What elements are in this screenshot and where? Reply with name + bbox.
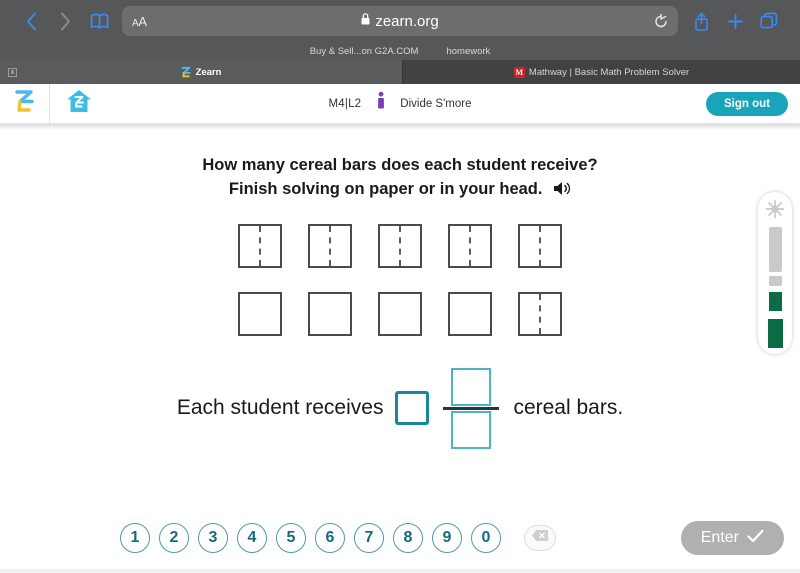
progress-segment-filled — [766, 289, 784, 313]
question-line-1: How many cereal bars does each student r… — [202, 156, 598, 174]
progress-meter — [758, 192, 792, 354]
lesson-info: M4|L2 Divide S'more — [328, 91, 472, 116]
signout-button[interactable]: Sign out — [706, 91, 788, 116]
url-display: zearn.org — [122, 12, 678, 30]
lesson-title: Divide S'more — [400, 97, 472, 110]
digit-key-9[interactable]: 9 — [432, 523, 462, 553]
new-tab-button[interactable] — [718, 6, 752, 36]
digit-key-1[interactable]: 1 — [120, 523, 150, 553]
cereal-bar — [238, 291, 282, 336]
browser-toolbar: AAAA zearn.org — [0, 0, 800, 42]
numerator-input[interactable] — [451, 367, 492, 406]
favorite-item-0[interactable]: Buy & Sell...on G2A.COM — [310, 46, 419, 57]
cereal-bar — [378, 291, 422, 336]
cereal-bar — [448, 223, 492, 268]
tab-mathway[interactable]: M Mathway | Basic Math Problem Solver — [402, 60, 800, 84]
fraction-input — [443, 367, 500, 449]
forward-button[interactable] — [48, 6, 82, 36]
address-bar[interactable]: AAAA zearn.org — [122, 6, 678, 36]
zearn-logo[interactable] — [0, 83, 50, 124]
bar-row-2 — [238, 291, 562, 336]
progress-segment-filled — [765, 316, 785, 351]
favorite-item-1[interactable]: homework — [446, 46, 490, 57]
tabs-icon — [760, 12, 778, 30]
show-tabs-button[interactable] — [752, 6, 786, 36]
mathway-m-icon: M — [513, 66, 525, 78]
share-button[interactable] — [684, 6, 718, 36]
sparkle-icon — [765, 199, 785, 224]
back-button[interactable] — [14, 6, 48, 36]
question-line-2: Finish solving on paper or in your head. — [228, 179, 543, 198]
whole-number-input[interactable] — [395, 391, 430, 426]
number-keypad: 1 2 3 4 5 6 7 8 9 0 Enter — [0, 521, 800, 555]
digit-key-8[interactable]: 8 — [393, 523, 423, 553]
home-icon — [65, 88, 93, 119]
fraction-bar — [443, 406, 500, 410]
cereal-bar — [518, 223, 562, 268]
bookmarks-button[interactable] — [82, 6, 116, 36]
bottom-strip — [0, 569, 800, 573]
reload-button[interactable] — [654, 13, 668, 29]
digit-key-2[interactable]: 2 — [159, 523, 189, 553]
zearn-logo-icon — [14, 88, 36, 119]
digit-key-6[interactable]: 6 — [315, 523, 345, 553]
lesson-main: How many cereal bars does each student r… — [0, 130, 800, 573]
enter-button[interactable]: Enter — [680, 521, 784, 555]
cereal-bar — [378, 223, 422, 268]
cereal-bars-diagram — [0, 223, 800, 336]
speaker-icon[interactable] — [553, 180, 571, 204]
url-text: zearn.org — [375, 12, 439, 30]
cereal-bar — [308, 223, 352, 268]
tab-strip: x Zearn M Mathway | Basic Math Problem S… — [0, 60, 800, 84]
answer-suffix: cereal bars. — [513, 396, 624, 420]
digit-key-3[interactable]: 3 — [198, 523, 228, 553]
favorites-bar: Buy & Sell...on G2A.COM homework — [0, 42, 800, 60]
digit-key-4[interactable]: 4 — [237, 523, 267, 553]
student-avatar-icon — [375, 91, 386, 116]
enter-label: Enter — [700, 529, 739, 546]
cereal-bar — [238, 223, 282, 268]
digit-key-0[interactable]: 0 — [471, 523, 501, 553]
tab-label: Mathway | Basic Math Problem Solver — [528, 66, 690, 78]
plus-icon — [727, 13, 744, 30]
question-line-2-wrap: Finish solving on paper or in your head. — [0, 178, 800, 204]
share-icon — [694, 12, 709, 31]
backspace-key[interactable] — [524, 525, 556, 551]
app-header: M4|L2 Divide S'more Sign out — [0, 83, 800, 124]
chevron-right-icon — [60, 12, 71, 31]
cereal-bar — [518, 291, 562, 336]
digit-key-7[interactable]: 7 — [354, 523, 384, 553]
progress-segment-empty — [768, 275, 782, 286]
denominator-input[interactable] — [451, 410, 492, 449]
cereal-bar — [308, 291, 352, 336]
lock-icon — [361, 12, 370, 30]
question-block: How many cereal bars does each student r… — [0, 130, 800, 204]
close-icon[interactable]: x — [8, 67, 17, 77]
answer-prefix: Each student receives — [176, 396, 384, 420]
browser-chrome: AAAA zearn.org — [0, 0, 800, 60]
backspace-icon — [531, 529, 549, 547]
progress-segment-empty — [768, 227, 782, 272]
tab-zearn[interactable]: x Zearn — [0, 60, 402, 84]
zearn-z-icon — [180, 66, 192, 78]
book-icon — [90, 13, 109, 30]
check-icon — [747, 529, 764, 548]
digit-key-5[interactable]: 5 — [276, 523, 306, 553]
reader-text-size-button[interactable]: AAAA — [132, 14, 147, 29]
cereal-bar — [448, 291, 492, 336]
answer-sentence: Each student receives cereal bars. — [0, 367, 800, 449]
lesson-code: M4|L2 — [328, 97, 362, 110]
digit-group: 1 2 3 4 5 6 7 8 9 0 — [120, 523, 556, 553]
home-button[interactable] — [50, 84, 108, 124]
chevron-left-icon — [26, 12, 37, 31]
tab-label: Zearn — [195, 66, 222, 78]
bar-row-1 — [238, 223, 562, 268]
